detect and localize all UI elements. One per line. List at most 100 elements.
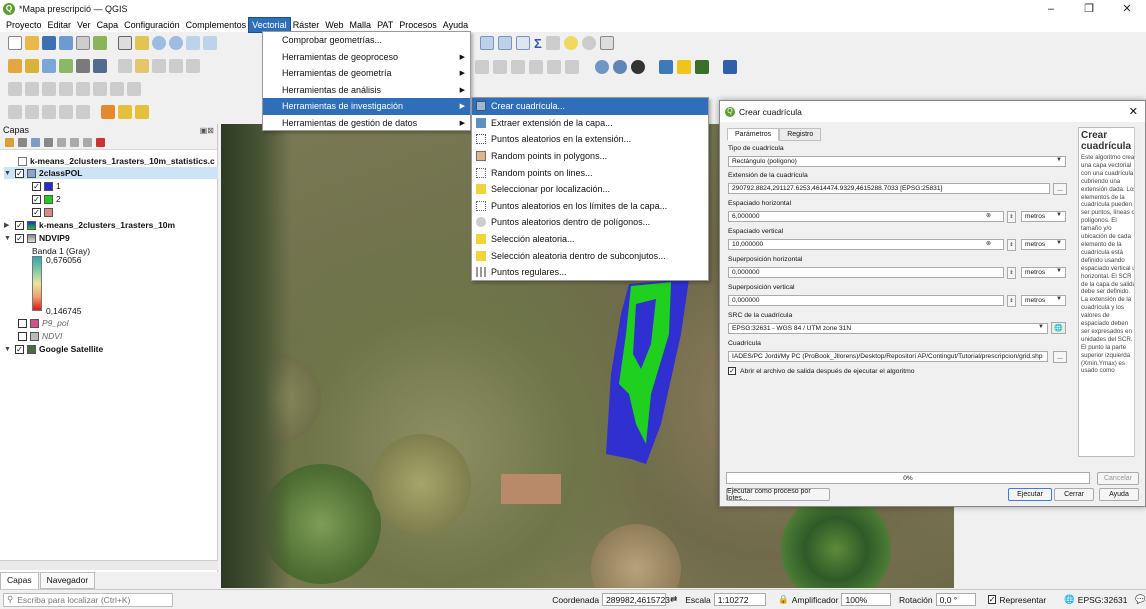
vertex-tool-icon[interactable] [76, 59, 90, 73]
crs-globe-icon[interactable]: 🌐 [1064, 594, 1075, 605]
pin-labels-icon[interactable] [76, 105, 90, 119]
abrir-checkbox[interactable]: ✓ [728, 367, 736, 375]
plugin-2-icon[interactable] [493, 60, 507, 74]
plugin-4-icon[interactable] [529, 60, 543, 74]
fill-ring-icon[interactable] [110, 82, 124, 96]
render-checkbox[interactable]: ✓ [987, 595, 997, 604]
manage-visibility-icon[interactable] [31, 138, 40, 147]
dialog-close-icon[interactable]: ✕ [1129, 105, 1138, 118]
cut-features-icon[interactable] [186, 59, 200, 73]
cerrar-button[interactable]: Cerrar [1054, 488, 1094, 501]
sup-v-unit[interactable]: metros ▼ [1021, 295, 1066, 306]
esp-v-spinner[interactable]: ⇕ [1007, 239, 1016, 251]
ruler-icon[interactable] [545, 36, 560, 50]
scale-field[interactable]: 1:10272 [713, 593, 767, 606]
locator-search-input[interactable]: ⚲ Escriba para localizar (Ctrl+K) [3, 592, 174, 607]
submenu-puntos-regulares[interactable]: Puntos regulares... [472, 264, 708, 281]
menu-procesos[interactable]: Procesos [396, 18, 440, 32]
tab-registro[interactable]: Registro [779, 128, 822, 141]
pan-to-selection-icon[interactable] [135, 36, 149, 50]
sup-h-spinner[interactable]: ⇕ [1007, 267, 1016, 279]
ayuda-button[interactable]: Ayuda [1099, 488, 1139, 501]
sup-h-input[interactable]: 0,000000 [728, 267, 1004, 278]
lock-icon[interactable]: 🔒 [778, 594, 789, 605]
class-1-row[interactable]: ✓ 1 [32, 180, 61, 192]
crs-label[interactable]: EPSG:32631 [1078, 595, 1128, 605]
sup-v-spinner[interactable]: ⇕ [1007, 295, 1016, 307]
submenu-seleccionar-localizacion[interactable]: Seleccionar por localización... [472, 181, 708, 198]
panel-float-close-icon[interactable]: ▣⊠ [200, 126, 214, 135]
expand-arrow-icon[interactable]: ▶ [4, 221, 12, 229]
processing-toolbox-icon[interactable] [516, 36, 530, 50]
measure-icon[interactable] [25, 105, 39, 119]
globe-search-icon[interactable] [613, 60, 627, 74]
layer-ndvip9[interactable]: ▼ ✓ NDVIP9 [4, 232, 70, 244]
remove-layer-icon[interactable] [96, 138, 105, 147]
save-edits-icon[interactable] [93, 59, 107, 73]
filter-expression-icon[interactable] [57, 138, 66, 147]
zoom-in-icon[interactable] [152, 36, 166, 50]
menu-capa[interactable]: Capa [94, 18, 122, 32]
collapse-arrow-icon[interactable]: ▼ [4, 346, 12, 353]
cancel-button[interactable]: Cancelar [1097, 472, 1139, 485]
submenu-crear-cuadricula[interactable]: Crear cuadrícula... [472, 98, 708, 115]
menu-malla[interactable]: Malla [347, 18, 375, 32]
layer-visibility-checkbox[interactable]: ✓ [15, 344, 24, 354]
horizontal-scrollbar[interactable] [0, 560, 218, 570]
layer-visibility-checkbox[interactable] [18, 331, 27, 341]
menu-item-geometria[interactable]: Herramientas de geometría ▶ [263, 65, 470, 82]
identify-icon[interactable] [8, 105, 22, 119]
pencil-icon[interactable] [135, 59, 149, 73]
src-select[interactable]: EPSG:32631 - WGS 84 / UTM zone 31N ▼ [728, 323, 1048, 334]
submenu-extraer-extension[interactable]: Extraer extensión de la capa... [472, 115, 708, 132]
minimize-button[interactable]: – [1032, 0, 1070, 17]
esp-h-spinner[interactable]: ⇕ [1007, 211, 1016, 223]
pan-hand-icon[interactable] [118, 36, 132, 50]
plugin-6-icon[interactable] [565, 60, 579, 74]
text-annotation-icon[interactable] [599, 36, 614, 50]
layer-2classpol[interactable]: ▼ ✓ 2classPOL [4, 167, 218, 179]
ejecutar-button[interactable]: Ejecutar [1008, 488, 1052, 501]
add-part-icon[interactable] [93, 82, 107, 96]
coordinate-toggle-icon[interactable]: ⇄ [670, 594, 677, 605]
menu-item-comprobar-geometrias[interactable]: Comprobar geometrías... [263, 32, 470, 49]
save-as-icon[interactable] [59, 36, 73, 50]
expand-all-icon[interactable] [70, 138, 79, 147]
class-2-row[interactable]: ✓ 2 [32, 193, 61, 205]
crs-selector-icon[interactable]: 🌐 [1051, 322, 1066, 334]
extension-input[interactable]: 290792.8824,291127.6253,4614474.9329,461… [728, 183, 1050, 194]
add-ring-icon[interactable] [76, 82, 90, 96]
print-layout-icon[interactable] [76, 36, 90, 50]
rotate-feature-icon[interactable] [42, 82, 56, 96]
note-icon[interactable] [677, 60, 691, 74]
messages-icon[interactable]: 💬 [1135, 594, 1146, 605]
esp-h-input[interactable]: 6,000000 ⊗ [728, 211, 1004, 222]
submenu-puntos-poligonos[interactable]: Puntos aleatorios dentro de polígonos... [472, 214, 708, 231]
edit-pencil-icon[interactable] [118, 59, 132, 73]
zoom-out-icon[interactable] [169, 36, 183, 50]
menu-item-gestion-datos[interactable]: Herramientas de gestión de datos ▶ [263, 115, 470, 132]
output-browse-button[interactable]: ... [1053, 351, 1067, 363]
tab-navegador[interactable]: Navegador [39, 572, 96, 589]
save-icon[interactable] [42, 36, 56, 50]
class-checkbox[interactable]: ✓ [32, 207, 41, 217]
menu-complementos[interactable]: Complementos [183, 18, 250, 32]
submenu-random-lines[interactable]: Random points on lines... [472, 164, 708, 181]
label-tool-icon[interactable] [59, 105, 73, 119]
magnifier-field[interactable]: 100% [841, 593, 892, 606]
help-scrollbar[interactable] [1134, 127, 1142, 457]
class-3-row[interactable]: ✓ [32, 206, 53, 218]
zoom-layer-icon[interactable] [203, 36, 217, 50]
undo-icon[interactable] [8, 82, 22, 96]
redo-icon[interactable] [25, 82, 39, 96]
map-tips-icon[interactable] [563, 36, 578, 50]
layer-statistics[interactable]: k-means_2clusters_1rasters_10m_statistic… [18, 155, 215, 167]
new-project-icon[interactable] [8, 36, 22, 50]
layer-ndvi[interactable]: NDVI [18, 330, 62, 342]
batch-process-button[interactable]: Ejecutar como proceso por lotes... [726, 488, 830, 502]
collapse-all-icon[interactable] [83, 138, 92, 147]
edits-icon[interactable] [8, 59, 22, 73]
delete-selected-icon[interactable] [169, 59, 183, 73]
rotation-field[interactable]: 0,0 ° [935, 593, 976, 606]
menu-raster[interactable]: Ráster [290, 18, 323, 32]
